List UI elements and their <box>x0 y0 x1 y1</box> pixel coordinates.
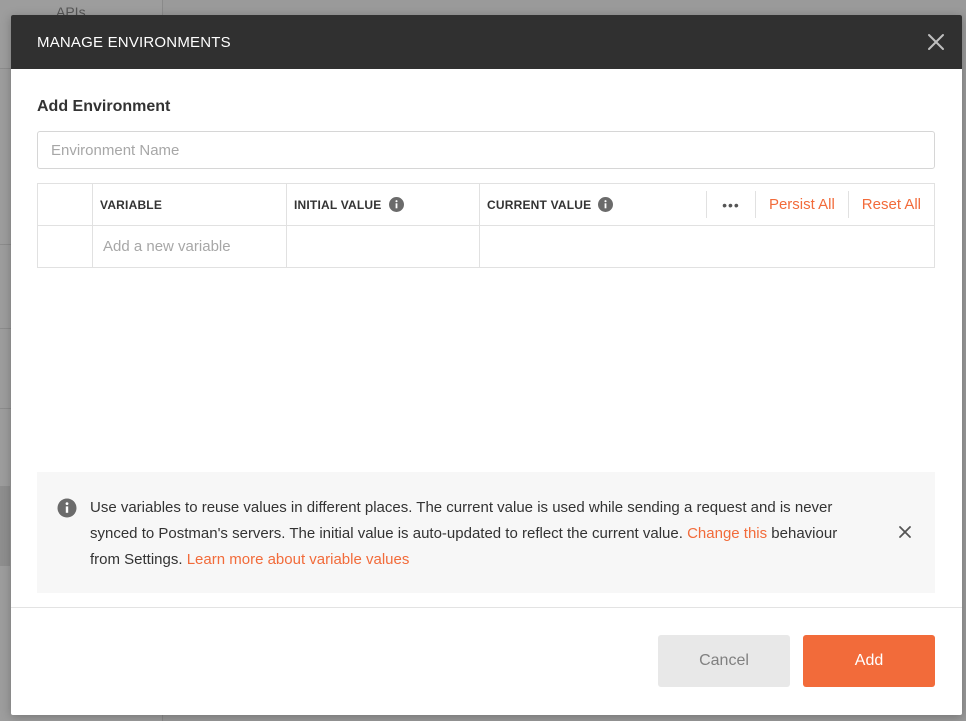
new-variable-input[interactable] <box>100 238 286 255</box>
persist-all-button[interactable]: Persist All <box>756 191 848 218</box>
ellipsis-icon: ••• <box>722 196 740 213</box>
variable-header: VARIABLE <box>93 184 287 225</box>
current-value-header: CURRENT VALUE ••• Persist All Reset All <box>480 184 934 225</box>
cancel-button[interactable]: Cancel <box>658 635 790 687</box>
current-value-header-group: CURRENT VALUE <box>487 197 706 212</box>
new-variable-cell[interactable] <box>93 226 287 267</box>
notice-text: Use variables to reuse values in differe… <box>90 495 870 593</box>
info-icon[interactable] <box>388 197 404 212</box>
modal-header: MANAGE ENVIRONMENTS <box>11 15 962 69</box>
background-strip <box>0 486 10 566</box>
environment-name-input[interactable] <box>37 131 935 169</box>
change-this-link[interactable]: Change this <box>687 525 767 542</box>
modal-title: MANAGE ENVIRONMENTS <box>37 33 231 51</box>
current-value-cell[interactable] <box>480 226 934 267</box>
table-actions: ••• Persist All Reset All <box>705 184 934 225</box>
initial-value-header: INITIAL VALUE <box>287 184 480 225</box>
more-options-button[interactable]: ••• <box>705 191 756 218</box>
reset-all-button[interactable]: Reset All <box>847 191 934 218</box>
current-value-header-label: CURRENT VALUE <box>487 197 592 212</box>
initial-value-cell[interactable] <box>287 226 480 267</box>
info-icon <box>57 498 77 518</box>
section-title: Add Environment <box>37 98 171 115</box>
variable-header-label: VARIABLE <box>100 197 163 212</box>
table-row <box>38 225 934 267</box>
manage-environments-modal: MANAGE ENVIRONMENTS Add Environment VARI… <box>11 15 962 715</box>
close-icon[interactable] <box>926 32 946 52</box>
learn-more-link[interactable]: Learn more about variable values <box>187 551 410 568</box>
variables-info-notice: Use variables to reuse values in differe… <box>37 472 935 593</box>
select-all-cell[interactable] <box>38 184 93 225</box>
add-button[interactable]: Add <box>803 635 935 687</box>
footer-divider <box>11 607 962 608</box>
variables-table: VARIABLE INITIAL VALUE CURRENT VALUE •••… <box>37 183 935 268</box>
info-icon[interactable] <box>598 197 614 212</box>
modal-body: Add Environment VARIABLE INITIAL VALUE C… <box>11 98 962 268</box>
table-header-row: VARIABLE INITIAL VALUE CURRENT VALUE •••… <box>38 184 934 225</box>
row-select-cell[interactable] <box>38 226 93 267</box>
initial-value-header-label: INITIAL VALUE <box>294 197 382 212</box>
dismiss-notice-icon[interactable] <box>897 524 913 540</box>
